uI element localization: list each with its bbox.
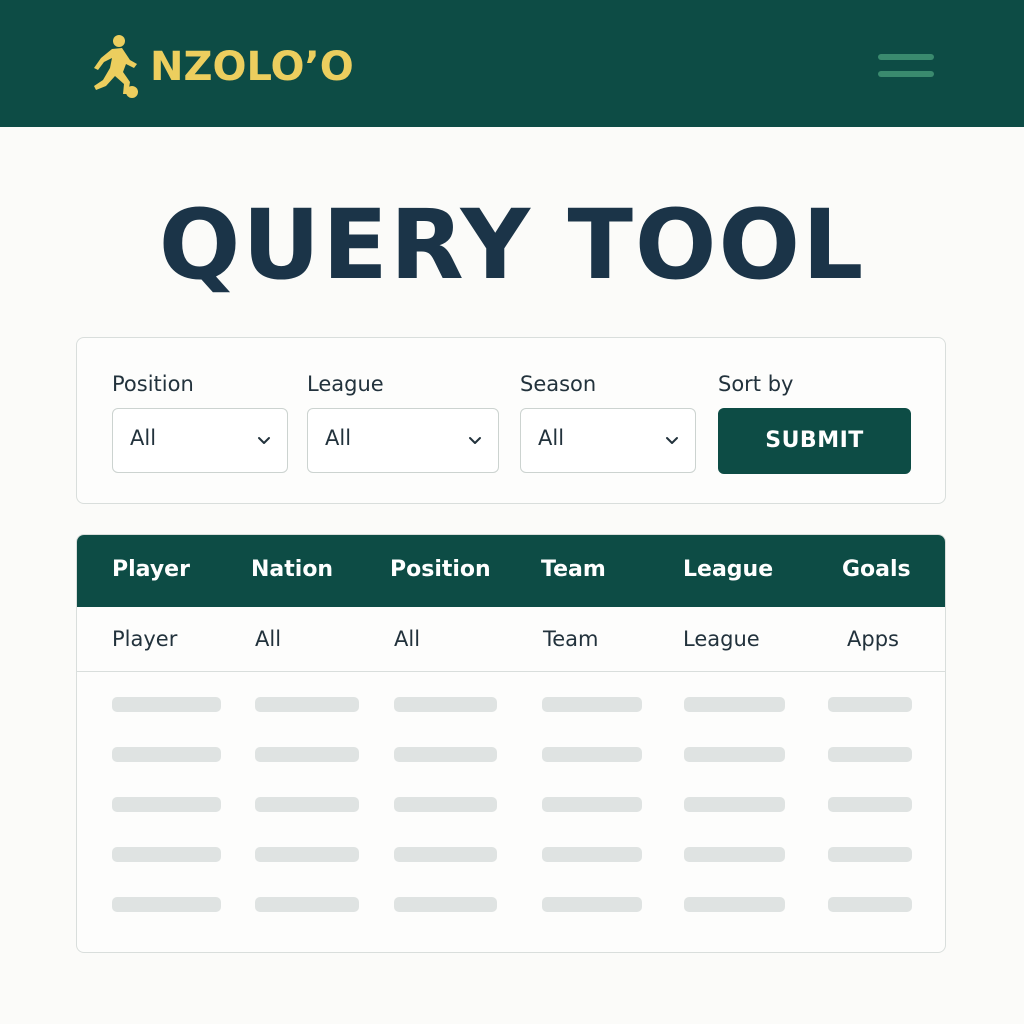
position-select-value: All	[130, 426, 157, 450]
results-table: Player Nation Position Team League Goals…	[76, 534, 946, 953]
team-column-filter[interactable]: Team	[543, 627, 599, 651]
placeholder-cell	[112, 747, 221, 762]
placeholder-cell	[394, 897, 497, 912]
placeholder-cell	[828, 897, 912, 912]
position-column-filter[interactable]: All	[394, 627, 420, 651]
soccer-player-icon	[94, 35, 138, 98]
placeholder-cell	[684, 897, 785, 912]
placeholder-cell	[112, 897, 221, 912]
menu-line	[878, 71, 934, 77]
column-header-position[interactable]: Position	[390, 557, 491, 582]
placeholder-cell	[828, 697, 912, 712]
placeholder-cell	[542, 897, 642, 912]
placeholder-cell	[255, 797, 359, 812]
season-filter-label: Season	[520, 372, 597, 396]
placeholder-cell	[394, 847, 497, 862]
page-title: QUERY TOOL	[158, 189, 866, 301]
column-header-nation[interactable]: Nation	[251, 557, 333, 582]
placeholder-cell	[112, 797, 221, 812]
placeholder-cell	[542, 797, 642, 812]
league-column-filter[interactable]: League	[683, 627, 760, 651]
position-select[interactable]: All	[112, 408, 288, 473]
placeholder-cell	[542, 847, 642, 862]
placeholder-cell	[394, 797, 497, 812]
nation-column-filter[interactable]: All	[255, 627, 281, 651]
column-header-goals[interactable]: Goals	[842, 557, 911, 582]
placeholder-cell	[684, 697, 785, 712]
chevron-down-icon	[469, 437, 481, 444]
top-bar: NZOLO’O	[0, 0, 1024, 127]
chevron-down-icon	[258, 437, 270, 444]
hamburger-menu-icon[interactable]	[876, 52, 936, 82]
table-filter-row: Player All All Team League Apps	[77, 607, 945, 672]
placeholder-cell	[112, 847, 221, 862]
sort-by-label: Sort by	[718, 372, 794, 396]
placeholder-cell	[684, 797, 785, 812]
season-select[interactable]: All	[520, 408, 696, 473]
placeholder-cell	[542, 697, 642, 712]
column-header-team[interactable]: Team	[541, 557, 606, 582]
placeholder-cell	[255, 697, 359, 712]
table-header: Player Nation Position Team League Goals	[77, 535, 945, 607]
placeholder-cell	[112, 697, 221, 712]
placeholder-cell	[394, 747, 497, 762]
chevron-down-icon	[666, 437, 678, 444]
brand-logo[interactable]: NZOLO’O	[82, 34, 354, 100]
league-select[interactable]: All	[307, 408, 499, 473]
apps-column-filter[interactable]: Apps	[847, 627, 899, 651]
placeholder-cell	[828, 797, 912, 812]
league-filter-label: League	[307, 372, 384, 396]
column-header-player[interactable]: Player	[112, 557, 190, 582]
filter-panel: Position All League All Season All Sort …	[76, 337, 946, 504]
brand-name: NZOLO’O	[150, 44, 354, 90]
league-select-value: All	[325, 426, 352, 450]
placeholder-cell	[828, 747, 912, 762]
column-header-league[interactable]: League	[683, 557, 773, 582]
placeholder-cell	[394, 697, 497, 712]
placeholder-cell	[255, 847, 359, 862]
player-column-filter[interactable]: Player	[112, 627, 177, 651]
placeholder-cell	[828, 847, 912, 862]
menu-line	[878, 54, 934, 60]
placeholder-cell	[542, 747, 642, 762]
position-filter-label: Position	[112, 372, 194, 396]
placeholder-cell	[684, 747, 785, 762]
placeholder-cell	[255, 747, 359, 762]
placeholder-cell	[684, 847, 785, 862]
season-select-value: All	[538, 426, 565, 450]
placeholder-cell	[255, 897, 359, 912]
submit-button[interactable]: SUBMIT	[718, 408, 911, 474]
